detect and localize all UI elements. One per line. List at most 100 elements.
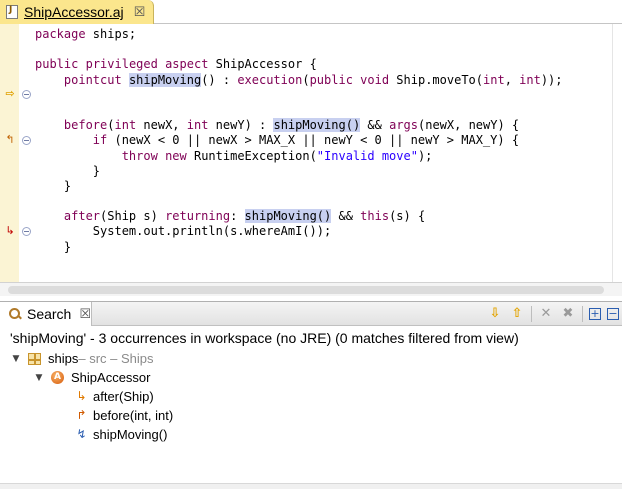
code-token: newY) : [208,118,274,133]
code-token: && [360,118,390,133]
code-token: && [331,209,361,224]
editor-tab-bar: ShipAccessor.aj ☒ [0,0,622,24]
code-line[interactable]: } [35,240,563,255]
code-token: System.out.println(s.whereAmI()); [35,224,332,239]
remove-selected-matches-button[interactable]: ✕ [538,306,554,322]
search-toolbar: ⇩ ⇧ ✕ ✖ + − [484,302,622,326]
code-token: } [35,239,72,254]
search-horizontal-scrollbar[interactable] [0,483,622,489]
highlighted-occurrence: shipMoving [128,72,202,87]
overview-ruler[interactable] [612,24,622,282]
code-token: ( [107,118,115,133]
collapse-all-button[interactable]: − [607,308,619,320]
fold-collapse-icon[interactable] [22,136,31,145]
code-line[interactable]: throw new RuntimeException("Invalid move… [35,149,563,164]
expand-all-button[interactable]: + [589,308,601,320]
highlighted-occurrence: shipMoving() [244,209,332,224]
code-token: ShipAccessor { [208,57,317,72]
after-advice-icon: ↳ [76,389,87,403]
code-keyword: void [360,72,390,87]
close-icon[interactable]: ☒ [134,5,146,20]
code-line[interactable] [35,88,563,103]
fold-collapse-icon[interactable] [22,90,31,99]
tree-item-pointcut[interactable]: ↯ shipMoving() [75,425,167,444]
code-keyword: after [63,209,101,224]
code-keyword: int [519,72,541,87]
code-token: (newX, newY) { [418,118,520,133]
expand-toggle-icon[interactable]: ▼ [33,373,45,383]
editor-horizontal-scrollbar[interactable] [0,282,622,296]
folding-ruler [19,24,32,282]
code-token: ships; [85,27,137,41]
code-token: )); [540,72,563,87]
code-line[interactable]: pointcut shipMoving() : execution(public… [35,72,563,88]
editor-tab-shipaccessor[interactable]: ShipAccessor.aj ☒ [0,0,154,24]
code-token: (s) { [389,209,426,224]
member-label: shipMoving() [93,427,168,442]
scrollbar-thumb[interactable] [8,286,604,294]
annotation-ruler[interactable]: ⇨ ↰ ↳ [0,24,19,282]
code-keyword: new [165,148,187,163]
after-advice-marker-icon[interactable]: ↳ [4,225,16,237]
remove-all-matches-button[interactable]: ✖ [560,306,576,322]
code-keyword: public [35,57,79,72]
before-advice-icon: ↱ [76,408,87,422]
code-token: ( [302,72,310,87]
code-line[interactable] [35,194,563,209]
code-editor[interactable]: ShipAccessor.aj ☒ ⇨ ↰ ↳ package ships; p… [0,0,622,296]
code-line[interactable]: package ships; [35,27,563,42]
aspect-icon: A [51,371,64,384]
previous-match-button[interactable]: ⇧ [509,306,525,322]
tree-item-aspect[interactable]: ▼ A ShipAccessor [33,368,151,387]
code-line[interactable]: after(Ship s) returning: shipMoving() &&… [35,209,563,224]
search-summary: 'shipMoving' - 3 occurrences in workspac… [10,330,519,346]
code-keyword: before [63,118,108,133]
fold-collapse-icon[interactable] [22,227,31,236]
expand-toggle-icon[interactable]: ▼ [10,354,22,364]
code-token: } [35,163,101,178]
code-line[interactable]: if (newX < 0 || newX > MAX_X || newY < 0… [35,133,563,148]
toolbar-divider [582,306,583,322]
code-keyword: throw [121,148,158,163]
tree-item-after-advice[interactable]: ↳ after(Ship) [75,387,154,406]
search-icon [8,307,22,321]
code-token: RuntimeException( [186,148,317,163]
code-token: (Ship s) [100,209,166,224]
tree-item-before-advice[interactable]: ↱ before(int, int) [75,406,173,425]
code-keyword: public [309,72,353,87]
pointcut-marker-icon[interactable]: ⇨ [4,88,16,100]
code-line[interactable] [35,42,563,57]
code-line[interactable]: public privileged aspect ShipAccessor { [35,57,563,72]
search-tab-title: Search [26,306,72,322]
search-tab[interactable]: Search ☒ [0,302,92,326]
before-advice-marker-icon[interactable]: ↰ [4,134,16,146]
aspect-name: ShipAccessor [71,370,151,385]
code-token: Ship.moveTo( [389,72,483,87]
code-line[interactable]: System.out.println(s.whereAmI()); [35,224,563,239]
code-keyword: execution [237,72,303,87]
code-keyword: int [483,72,505,87]
code-line[interactable] [35,103,563,118]
aspectj-file-icon [6,5,18,19]
editor-tab-title: ShipAccessor.aj [24,4,124,20]
code-line[interactable]: } [35,179,563,194]
tree-item-package[interactable]: ▼ ships – src – Ships [10,349,154,368]
code-line[interactable]: } [35,164,563,179]
next-match-button[interactable]: ⇩ [487,306,503,322]
package-icon [28,352,41,365]
code-token: newX, [136,118,187,133]
code-text[interactable]: package ships; public privileged aspect … [35,27,563,255]
code-keyword: package [35,27,86,41]
close-icon[interactable]: ☒ [79,307,91,322]
code-line[interactable]: before(int newX, int newY) : shipMoving(… [35,118,563,133]
member-label: after(Ship) [93,389,154,404]
